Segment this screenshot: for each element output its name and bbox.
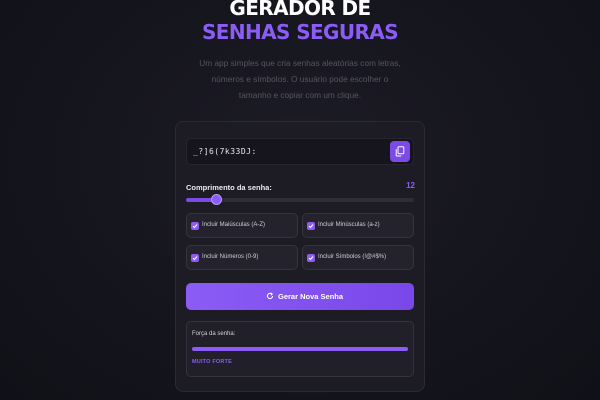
copy-icon	[395, 146, 405, 157]
option-symbols[interactable]: Incluir Símbolos (!@#$%)	[302, 245, 414, 270]
strength-level: MUITO FORTE	[192, 359, 232, 365]
checkmark-icon	[308, 224, 314, 229]
strength-meter-fill	[192, 347, 408, 351]
length-label: Comprimento da senha:	[186, 183, 272, 192]
option-numbers[interactable]: Incluir Números (0-9)	[186, 245, 298, 270]
checkmark-icon	[192, 224, 198, 229]
option-uppercase[interactable]: Incluir Maiúsculas (A-Z)	[186, 213, 298, 238]
checkbox-symbols[interactable]	[307, 254, 315, 262]
option-label: Incluir Minúsculas (a-z)	[318, 222, 380, 228]
generator-card: _?]6(7k33DJ: Comprimento da senha: 12 In…	[175, 121, 425, 392]
checkmark-icon	[192, 256, 198, 261]
strength-panel: Força da senha: MUITO FORTE	[186, 321, 414, 377]
strength-label: Força da senha:	[192, 331, 236, 337]
generate-button[interactable]: Gerar Nova Senha	[186, 283, 414, 310]
page-title-highlight: SENHAS SEGURAS	[202, 20, 399, 44]
option-label: Incluir Números (0-9)	[202, 254, 259, 260]
checkbox-uppercase[interactable]	[191, 222, 199, 230]
option-label: Incluir Maiúsculas (A-Z)	[202, 222, 266, 228]
refresh-icon	[266, 292, 274, 300]
checkmark-icon	[308, 256, 314, 261]
option-lowercase[interactable]: Incluir Minúsculas (a-z)	[302, 213, 414, 238]
length-slider[interactable]	[186, 194, 414, 205]
generate-button-label: Gerar Nova Senha	[278, 292, 344, 301]
checkbox-lowercase[interactable]	[307, 222, 315, 230]
page-description: Um app simples que cria senhas aleatória…	[199, 58, 401, 100]
strength-meter	[192, 347, 408, 351]
page-title: GERADOR DE	[229, 0, 371, 20]
copy-button[interactable]	[390, 141, 410, 162]
length-slider-thumb[interactable]	[211, 194, 222, 205]
length-value: 12	[406, 181, 415, 190]
checkbox-numbers[interactable]	[191, 254, 199, 262]
option-label: Incluir Símbolos (!@#$%)	[318, 254, 387, 260]
password-text: _?]6(7k33DJ:	[193, 147, 257, 156]
password-display[interactable]: _?]6(7k33DJ:	[186, 138, 414, 165]
